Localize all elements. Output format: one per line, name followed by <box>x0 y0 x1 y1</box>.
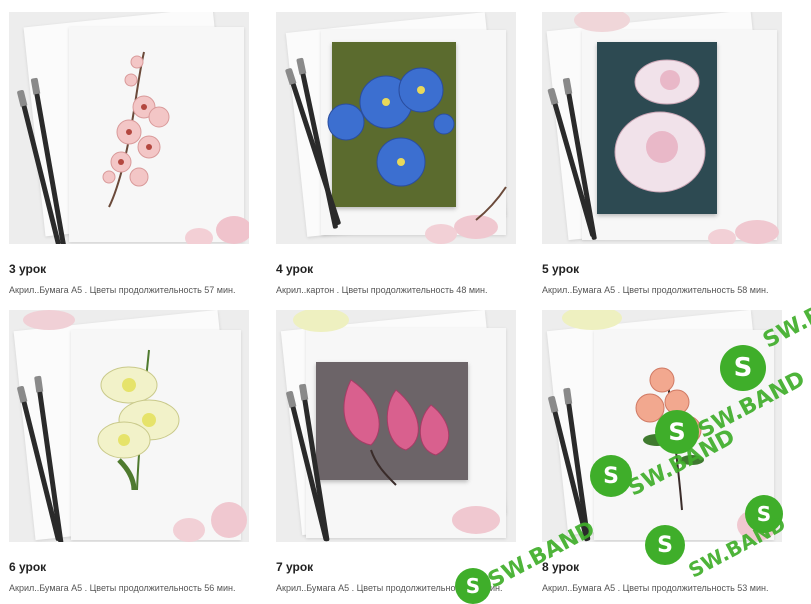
lesson-description: Акрил..Бумага А5 . Цветы продолжительнос… <box>9 285 236 295</box>
lesson-title[interactable]: 4 урок <box>276 262 313 276</box>
lesson-title[interactable]: 5 урок <box>542 262 579 276</box>
lesson-thumbnail-5[interactable] <box>542 12 782 244</box>
lesson-title[interactable]: 7 урок <box>276 560 313 574</box>
lesson-thumbnail-6[interactable] <box>9 310 249 542</box>
lesson-thumbnail-4[interactable] <box>276 12 516 244</box>
magnolia-painting <box>293 310 500 534</box>
rose-painting <box>574 12 779 244</box>
lesson-description: Акрил..картон . Цветы продолжительность … <box>276 285 488 295</box>
lesson-description: Акрил..Бумага А5 . Цветы продолжительнос… <box>542 285 769 295</box>
lesson-description: Акрил..Бумага А5 . Цветы продолжительнос… <box>9 583 236 593</box>
lesson-title[interactable]: 6 урок <box>9 560 46 574</box>
lesson-description: Акрил..Бумага А5 . Цветы продолжительнос… <box>542 583 769 593</box>
lesson-thumbnail-8[interactable] <box>542 310 782 542</box>
lesson-title[interactable]: 3 урок <box>9 262 46 276</box>
lesson-thumbnail-3[interactable] <box>9 12 249 244</box>
lesson-thumbnail-7[interactable] <box>276 310 516 542</box>
lesson-title[interactable]: 8 урок <box>542 560 579 574</box>
lesson-description: Акрил..Бумага А5 . Цветы продолжительнос… <box>276 583 503 593</box>
